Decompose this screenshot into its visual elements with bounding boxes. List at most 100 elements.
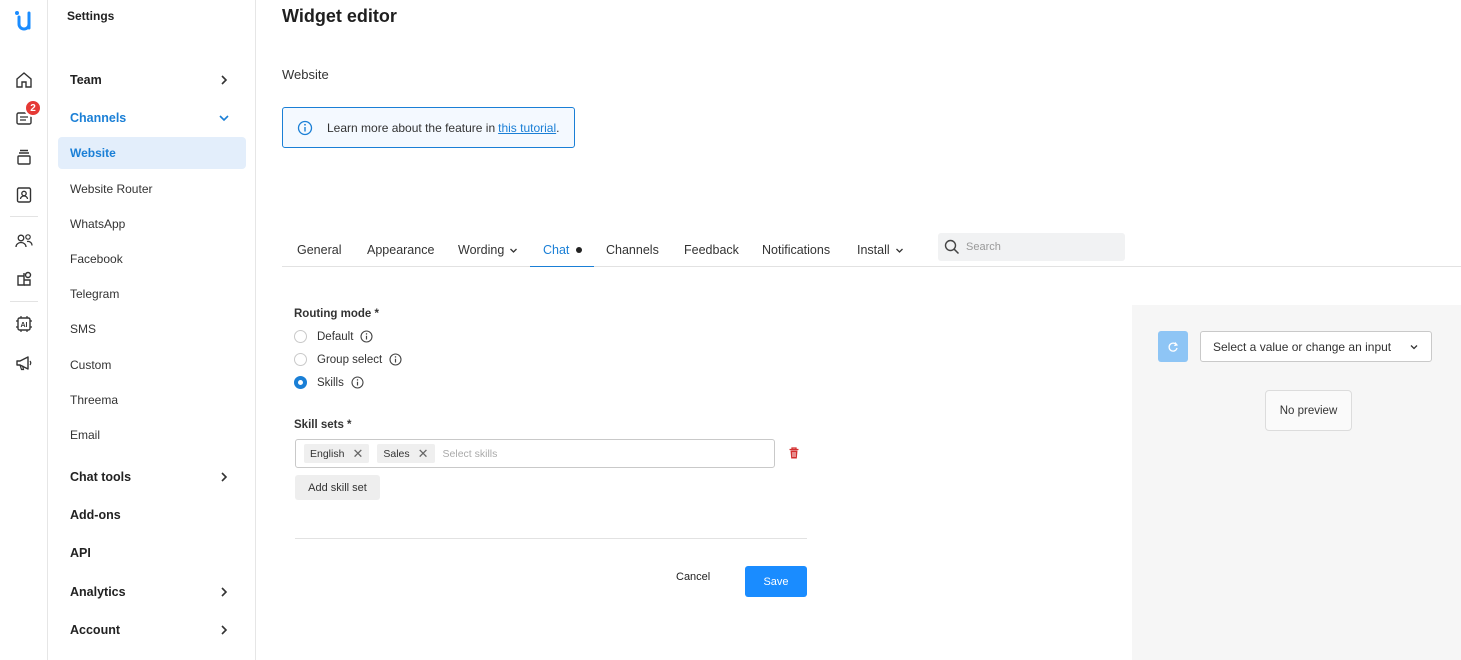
tutorial-link[interactable]: this tutorial	[498, 121, 556, 135]
remove-chip-icon[interactable]: ✕	[418, 446, 429, 462]
sidebar-item-label: Channels	[70, 111, 127, 125]
cancel-button[interactable]: Cancel	[676, 571, 710, 583]
radio-group-select[interactable]: Group select	[294, 353, 402, 366]
sidebar-item-telegram[interactable]: Telegram	[58, 278, 246, 310]
sidebar-item-label: SMS	[70, 322, 97, 336]
radio-label: Default	[317, 330, 354, 343]
chip-label: English	[310, 447, 345, 460]
add-skill-set-button[interactable]: Add skill set	[295, 475, 380, 500]
tab-label: General	[297, 243, 342, 257]
tab-wording[interactable]: Wording	[458, 233, 518, 267]
chevron-down-icon	[510, 248, 518, 253]
sidebar-item-label: Custom	[70, 358, 112, 372]
tab-general[interactable]: General	[297, 233, 341, 267]
home-icon[interactable]	[12, 68, 36, 92]
tab-appearance[interactable]: Appearance	[367, 233, 434, 267]
skill-chip: Sales ✕	[377, 444, 435, 463]
info-banner: Learn more about the feature in this tut…	[282, 107, 575, 148]
search-box[interactable]	[938, 233, 1125, 261]
sidebar-item-email[interactable]: Email	[58, 419, 246, 451]
sidebar-item-label: Facebook	[70, 252, 123, 266]
megaphone-icon[interactable]	[12, 351, 36, 375]
tab-label: Notifications	[762, 243, 831, 257]
info-text: Learn more about the feature in	[327, 120, 496, 135]
no-preview-card: No preview	[1265, 390, 1352, 431]
sidebar-item-add-ons[interactable]: Add-ons	[58, 499, 246, 531]
tab-label: Feedback	[684, 243, 739, 257]
chat-badge: 2	[24, 99, 42, 117]
tab-label: Channels	[606, 243, 659, 257]
tab-label: Wording	[458, 243, 505, 257]
info-icon	[297, 120, 313, 135]
info-icon[interactable]	[360, 330, 373, 343]
remove-chip-icon[interactable]: ✕	[352, 446, 363, 462]
chevron-right-icon	[221, 472, 228, 482]
apps-icon[interactable]	[12, 267, 36, 291]
sidebar-item-api[interactable]: API	[58, 537, 246, 569]
sidebar-item-label: Website	[70, 146, 116, 160]
refresh-button[interactable]	[1158, 331, 1188, 362]
sidebar-title: Settings	[67, 9, 115, 23]
sidebar-item-sms[interactable]: SMS	[58, 313, 246, 345]
sidebar-item-whatsapp[interactable]: WhatsApp	[58, 208, 246, 240]
section-subtitle: Website	[282, 67, 329, 82]
radio-label: Group select	[317, 353, 383, 366]
tab-channels[interactable]: Channels	[606, 233, 659, 267]
sidebar-item-website-router[interactable]: Website Router	[58, 173, 246, 205]
chevron-down-icon	[219, 115, 229, 122]
preview-panel: Select a value or change an input No pre…	[1132, 305, 1461, 660]
search-icon	[944, 239, 960, 255]
sidebar-item-threema[interactable]: Threema	[58, 384, 246, 416]
unsaved-dot	[576, 246, 583, 253]
skill-chip: English ✕	[304, 444, 370, 463]
trash-icon[interactable]	[787, 446, 801, 460]
logo-icon[interactable]	[10, 8, 38, 36]
team-icon[interactable]	[12, 229, 36, 253]
search-input[interactable]	[966, 241, 1116, 253]
info-icon[interactable]	[389, 353, 402, 366]
main-content: Widget editor Website Learn more about t…	[256, 0, 1461, 660]
preview-select[interactable]: Select a value or change an input	[1200, 331, 1432, 362]
sidebar-item-account[interactable]: Account	[58, 614, 246, 646]
form-divider	[295, 538, 807, 539]
icon-rail: 2 AI	[0, 0, 48, 660]
sidebar-item-chat-tools[interactable]: Chat tools	[58, 461, 246, 493]
chevron-right-icon	[221, 587, 228, 597]
sidebar-item-label: Telegram	[70, 287, 120, 301]
save-button[interactable]: Save	[745, 566, 807, 597]
page-title: Widget editor	[282, 6, 397, 26]
sidebar-item-custom[interactable]: Custom	[58, 349, 246, 381]
tab-bar: General Appearance Wording Chat Channels…	[282, 233, 1461, 267]
routing-mode-label: Routing mode *	[294, 308, 379, 320]
chevron-down-icon	[895, 248, 903, 253]
tab-feedback[interactable]: Feedback	[684, 233, 739, 267]
info-suffix: .	[556, 120, 560, 135]
radio-button[interactable]	[294, 353, 307, 366]
radio-default[interactable]: Default	[294, 330, 373, 343]
sidebar-item-channels[interactable]: Channels	[58, 102, 246, 134]
tab-notifications[interactable]: Notifications	[762, 233, 830, 267]
sidebar-item-facebook[interactable]: Facebook	[58, 243, 246, 275]
radio-skills[interactable]: Skills	[294, 376, 364, 389]
sidebar-item-analytics[interactable]: Analytics	[58, 576, 246, 608]
sidebar-item-label: Chat tools	[70, 470, 132, 484]
chevron-right-icon	[221, 75, 228, 85]
tab-label: Appearance	[367, 243, 435, 257]
ai-icon[interactable]: AI	[12, 312, 36, 336]
sidebar-item-website[interactable]: Website	[58, 137, 246, 169]
info-icon[interactable]	[351, 376, 364, 389]
inbox-icon[interactable]	[12, 145, 36, 169]
contacts-icon[interactable]	[12, 183, 36, 207]
skills-multiselect[interactable]: English ✕ Sales ✕ Select skills	[295, 439, 775, 468]
radio-button-selected[interactable]	[294, 376, 307, 389]
tab-install[interactable]: Install	[857, 233, 904, 267]
sidebar-item-label: Team	[70, 73, 102, 87]
sidebar-item-label: API	[70, 546, 91, 560]
skill-sets-label: Skill sets *	[294, 419, 352, 431]
sidebar-item-team[interactable]: Team	[58, 64, 246, 96]
radio-button[interactable]	[294, 330, 307, 343]
radio-label: Skills	[317, 376, 344, 389]
refresh-icon	[1168, 341, 1179, 352]
sidebar-item-label: Website Router	[70, 182, 153, 196]
tab-chat[interactable]: Chat	[530, 233, 594, 267]
